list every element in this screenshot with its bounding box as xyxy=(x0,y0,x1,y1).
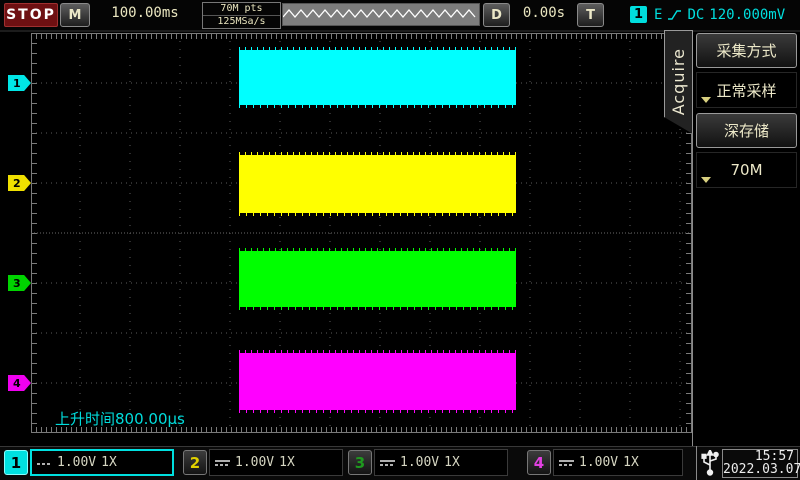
channel4-scale: 1.00V xyxy=(579,455,618,470)
trigger-source-badge: 1 xyxy=(630,6,647,23)
channel-status-bar: 1 1.00V 1X 2 1.00V 1X 3 1.00V 1X 4 1.00V… xyxy=(0,446,800,480)
memory-depth-value: 70M pts xyxy=(203,3,280,15)
trigger-type-label: E xyxy=(654,7,662,23)
clock-date: 2022.03.07 xyxy=(723,463,797,476)
menu-item-deep-storage[interactable]: 深存储 xyxy=(696,113,797,148)
horizontal-menu-button[interactable]: M xyxy=(60,3,90,27)
memory-depth-box: 70M pts 125MSa/s xyxy=(202,2,281,29)
trigger-coupling-label: DC xyxy=(687,7,704,23)
trigger-level-value: 120.000mV xyxy=(709,7,785,23)
channel1-badge[interactable]: 1 xyxy=(4,450,28,475)
acquire-tab-label: Acquire xyxy=(669,48,688,115)
dropdown-arrow-icon xyxy=(701,177,711,183)
channel4-position-marker[interactable]: 4 xyxy=(8,375,31,391)
channel3-settings[interactable]: 1.00V 1X xyxy=(374,449,508,476)
channel4-badge[interactable]: 4 xyxy=(527,450,551,475)
menu-value-label: 正常采样 xyxy=(716,80,776,101)
timebase-readout: 100.00ms xyxy=(95,5,195,21)
trigger-info-readout: E DC 120.000mV xyxy=(654,6,785,24)
trigger-menu-button[interactable]: T xyxy=(577,3,604,27)
channel2-position-marker[interactable]: 2 xyxy=(8,175,31,191)
waveform-overview-strip[interactable] xyxy=(282,3,480,26)
channel4-waveform xyxy=(239,353,516,410)
delay-button[interactable]: D xyxy=(483,3,510,27)
channel2-scale: 1.00V xyxy=(235,455,274,470)
channel1-scale: 1.00V xyxy=(57,455,96,470)
clock-box: 15:57 2022.03.07 xyxy=(722,449,798,478)
channel3-badge[interactable]: 3 xyxy=(348,450,372,475)
dc-coupling-icon xyxy=(380,460,395,466)
menu-value-normal-sampling[interactable]: 正常采样 xyxy=(696,72,797,108)
rise-time-measurement: 上升时间800.00μs xyxy=(55,408,185,429)
dropdown-arrow-icon xyxy=(701,97,711,103)
preview-zigzag-icon xyxy=(283,4,477,23)
channel2-probe: 1X xyxy=(279,455,295,470)
channel2-settings[interactable]: 1.00V 1X xyxy=(209,449,343,476)
channel1-settings[interactable]: 1.00V 1X xyxy=(30,449,174,476)
channel3-scale: 1.00V xyxy=(400,455,439,470)
channel3-waveform xyxy=(239,251,516,307)
menu-item-acquisition-mode[interactable]: 采集方式 xyxy=(696,33,797,68)
dc-coupling-icon xyxy=(559,460,574,466)
run-stop-indicator[interactable]: STOP xyxy=(4,3,58,27)
channel1-position-marker[interactable]: 1 xyxy=(8,75,31,91)
sample-rate-value: 125MSa/s xyxy=(203,15,280,28)
channel3-probe: 1X xyxy=(444,455,460,470)
status-divider xyxy=(696,446,697,480)
top-status-bar: STOP M 100.00ms 70M pts 125MSa/s D 0.00s… xyxy=(0,0,800,32)
channel2-waveform xyxy=(239,155,516,213)
horizontal-offset-readout: 0.00s xyxy=(513,5,575,21)
rising-edge-icon xyxy=(667,8,682,22)
channel1-waveform xyxy=(239,50,516,105)
dc-coupling-icon xyxy=(215,460,230,466)
channel3-position-marker[interactable]: 3 xyxy=(8,275,31,291)
channel1-probe: 1X xyxy=(101,455,117,470)
channel4-probe: 1X xyxy=(623,455,639,470)
oscilloscope-screen: STOP M 100.00ms 70M pts 125MSa/s D 0.00s… xyxy=(0,0,800,480)
menu-value-memory-depth[interactable]: 70M xyxy=(696,152,797,188)
usb-icon xyxy=(700,450,720,480)
acquire-menu-tab[interactable]: Acquire xyxy=(664,30,693,134)
dc-coupling-icon xyxy=(37,461,52,465)
menu-value-label: 70M xyxy=(730,161,762,179)
channel4-settings[interactable]: 1.00V 1X xyxy=(553,449,683,476)
channel2-badge[interactable]: 2 xyxy=(183,450,207,475)
